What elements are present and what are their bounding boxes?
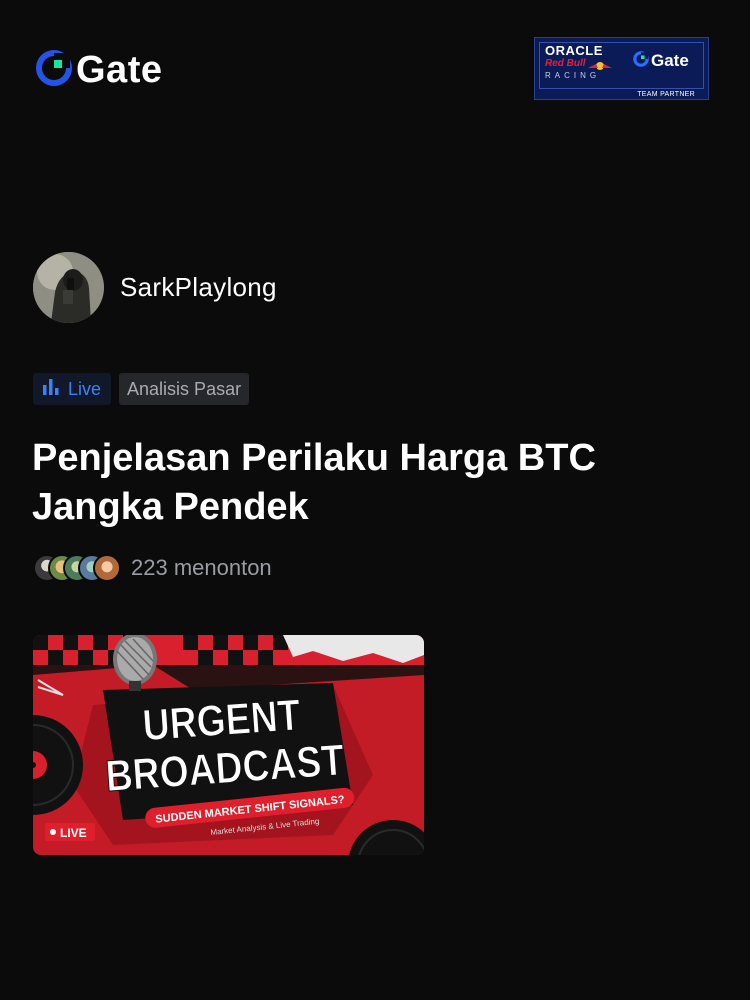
viewer-avatar bbox=[93, 554, 121, 582]
live-tag: Live bbox=[33, 373, 112, 405]
live-bars-icon bbox=[42, 378, 60, 400]
oracle-wordmark: ORACLE bbox=[545, 43, 603, 58]
gate-logo[interactable]: Gate bbox=[36, 50, 162, 90]
thumbnail-live-label: LIVE bbox=[60, 826, 87, 840]
gate-logo-icon bbox=[36, 50, 72, 90]
racing-wordmark: RACING bbox=[545, 71, 601, 80]
partner-gate-logo: Gate bbox=[633, 51, 689, 71]
category-tag[interactable]: Analisis Pasar bbox=[119, 373, 250, 405]
gate-logo-text: Gate bbox=[76, 49, 163, 91]
team-partner-badge: ORACLE Red Bull RACING Gate TEAM PARTNER bbox=[534, 37, 709, 100]
host-avatar[interactable] bbox=[33, 252, 104, 323]
host-info[interactable]: SarkPlaylong bbox=[33, 252, 277, 323]
live-tag-label: Live bbox=[68, 378, 102, 399]
team-partner-label: TEAM PARTNER bbox=[634, 91, 698, 98]
stream-tags: Live Analisis Pasar bbox=[33, 373, 250, 405]
stream-thumbnail[interactable]: URGENT BROADCAST SUDDEN MARKET SHIFT SIG… bbox=[33, 635, 424, 855]
viewer-info: 223 menonton bbox=[33, 554, 272, 582]
partner-gate-icon bbox=[633, 51, 649, 71]
stream-title: Penjelasan Perilaku Harga BTC Jangka Pen… bbox=[32, 437, 596, 528]
thumbnail-live-badge: LIVE bbox=[45, 823, 95, 841]
redbull-wordmark: Red Bull bbox=[545, 58, 586, 69]
viewer-count: 223 menonton bbox=[131, 555, 272, 580]
host-name[interactable]: SarkPlaylong bbox=[120, 272, 277, 303]
live-stream-share-page: Gate ORACLE Red Bull RACING Gate TEAM PA… bbox=[0, 0, 750, 1000]
partner-gate-text: Gate bbox=[651, 51, 689, 70]
viewer-avatars bbox=[33, 554, 121, 582]
category-tag-label: Analisis Pasar bbox=[127, 378, 242, 399]
